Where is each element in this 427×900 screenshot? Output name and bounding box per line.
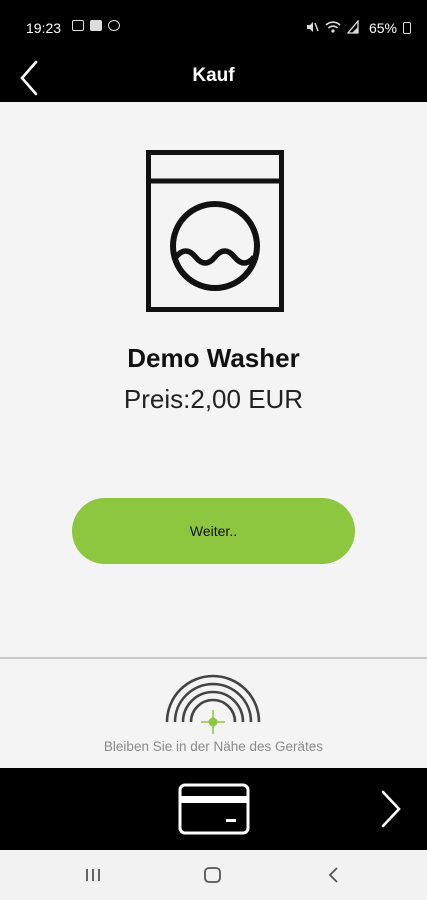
recent-apps-icon[interactable] [84,866,102,884]
device-name: Demo Washer [127,343,300,373]
continue-button[interactable]: Weiter.. [72,498,355,564]
status-time: 19:23 [26,20,62,36]
price-label: Preis:2,00 EUR [123,384,304,414]
app-bar: Kauf [0,52,427,102]
credit-card-icon[interactable] [178,783,250,835]
bottom-bar [0,768,427,850]
image-icon [72,20,84,31]
sync-icon [108,20,120,31]
divider [0,657,427,659]
battery-percent: 65% [368,20,397,36]
status-right-icons [305,20,359,34]
page-title: Kauf [192,65,235,86]
system-nav-bar [0,850,427,900]
wifi-icon [325,21,341,33]
washing-machine-icon [146,150,284,312]
signal-icon [347,20,359,34]
proximity-hint: Bleiben Sie in der Nähe des Gerätes [103,739,324,754]
status-left-icons [72,20,120,31]
chevron-right-icon [381,790,401,828]
home-icon[interactable] [203,866,223,884]
mute-icon [307,22,319,32]
proximity-signal-icon [165,674,261,734]
sim-icon [90,20,102,31]
status-bar: 19:23 65% [0,0,427,52]
battery-icon [403,22,411,34]
next-button[interactable] [375,788,405,830]
back-icon[interactable] [327,866,341,884]
